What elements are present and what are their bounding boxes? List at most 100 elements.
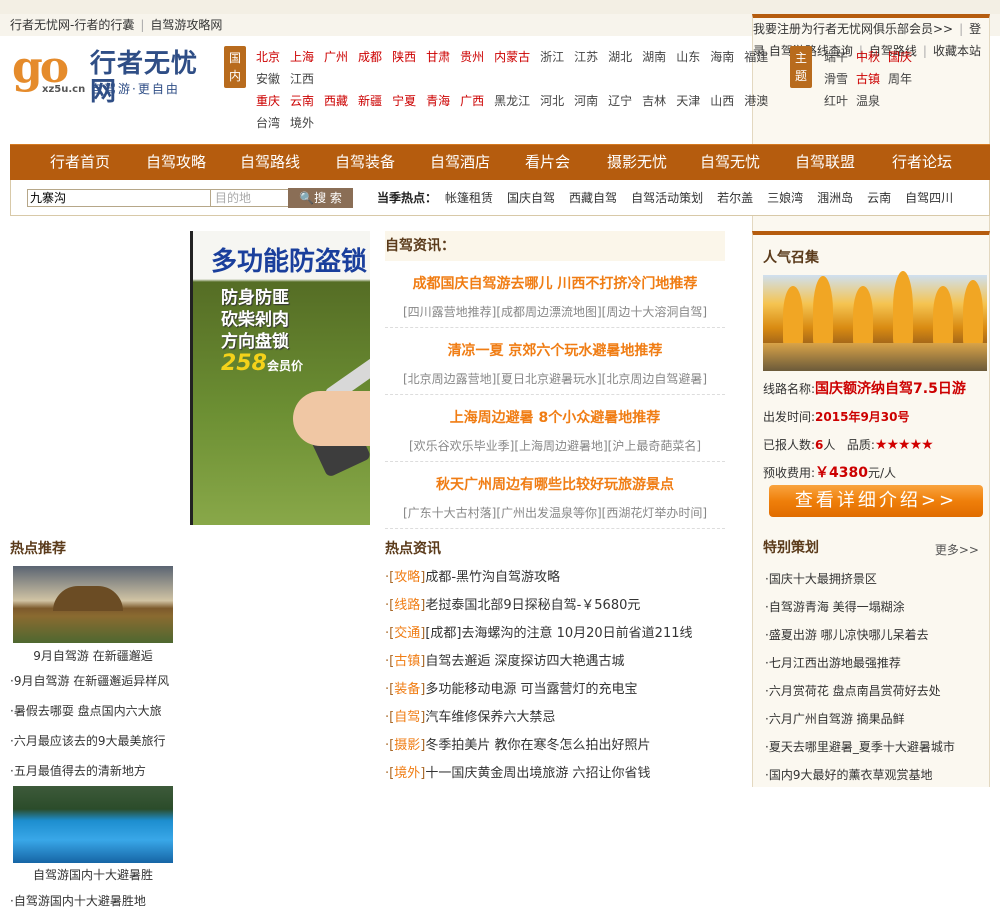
place-link[interactable]: 甘肃 (426, 46, 450, 68)
place-link[interactable]: 江西 (290, 68, 314, 90)
place-link[interactable]: 云南 (290, 90, 314, 112)
hot-news-category[interactable]: 古镇 (394, 654, 420, 669)
theme-link[interactable]: 国庆 (888, 46, 912, 68)
lake-thumb[interactable] (13, 786, 173, 863)
hot-news-text[interactable]: 成都-黑竹沟自驾游攻略 (425, 570, 560, 585)
hot-news-text[interactable]: 汽车维修保养六大禁忌 (425, 710, 555, 725)
news-title[interactable]: 清凉一夏 京郊六个玩水避暑地推荐 (385, 328, 725, 362)
left-list-item[interactable]: ·9月自驾游 在新疆邂逅异样风 (10, 666, 169, 696)
hot-topic-link[interactable]: 涠洲岛 (817, 191, 853, 205)
place-link[interactable]: 天津 (676, 90, 700, 112)
place-link[interactable]: 西藏 (324, 90, 348, 112)
place-link[interactable]: 江苏 (574, 46, 598, 68)
place-link[interactable]: 广州 (324, 46, 348, 68)
hot-topic-link[interactable]: 三娘湾 (767, 191, 803, 205)
left-list-item[interactable]: ·暑假去哪耍 盘点国内六大旅 (10, 696, 169, 726)
hot-topic-link[interactable]: 西藏自驾 (569, 191, 617, 205)
news-title[interactable]: 上海周边避暑 8个小众避暑地推荐 (385, 395, 725, 429)
place-link[interactable]: 湖南 (642, 46, 666, 68)
news-sub-links[interactable]: [北京周边露营地][夏日北京避暑玩水][北京周边自驾避暑] (385, 362, 725, 394)
place-link[interactable]: 新疆 (358, 90, 382, 112)
left-list-item[interactable]: ·五月最值得去的清新地方 (10, 756, 169, 786)
place-link[interactable]: 浙江 (540, 46, 564, 68)
plan-item[interactable]: ·夏天去哪里避暑_夏季十大避暑城市 (765, 733, 955, 761)
nav-item[interactable]: 自驾无忧 (700, 145, 760, 179)
nav-item[interactable]: 自驾酒店 (430, 145, 490, 179)
news-sub-links[interactable]: [广东十大古村落][广州出发温泉等你][西湖花灯举办时间] (385, 496, 725, 528)
theme-link[interactable]: 滑雪 (824, 68, 848, 90)
destination-input[interactable]: 目的地 (211, 189, 289, 207)
hot-topic-link[interactable]: 自驾活动策划 (631, 191, 703, 205)
nav-item[interactable]: 自驾装备 (335, 145, 395, 179)
hot-news-text[interactable]: [成都]去海螺沟的注意 10月20日前省道211线 (425, 626, 692, 641)
nav-item[interactable]: 行者首页 (50, 145, 110, 179)
news-title[interactable]: 秋天广州周边有哪些比较好玩旅游景点 (385, 462, 725, 496)
place-link[interactable]: 内蒙古 (494, 46, 530, 68)
search-input[interactable]: 九寨沟 (27, 189, 211, 207)
hot-news-text[interactable]: 十一国庆黄金周出境旅游 六招让你省钱 (425, 766, 650, 781)
plan-item[interactable]: ·国庆十大最拥挤景区 (765, 565, 877, 593)
ad-banner[interactable]: 多功能防盗锁 防身防匪 砍柴剁肉 方向盘锁 258会员价 (190, 231, 370, 525)
place-link[interactable]: 安徽 (256, 68, 280, 90)
top-link-home[interactable]: 行者无忧网-行者的行囊 (10, 18, 134, 32)
hot-news-text[interactable]: 自驾去邂逅 深度探访四大艳遇古城 (425, 654, 624, 669)
plan-item[interactable]: ·六月赏荷花 盘点南昌赏荷好去处 (765, 677, 941, 705)
hot-news-row[interactable]: ·[线路]老挝泰国北部9日探秘自驾-￥5680元 (385, 592, 730, 620)
hot-news-text[interactable]: 冬季拍美片 教你在寒冬怎么拍出好照片 (425, 738, 650, 753)
hot-topic-link[interactable]: 帐篷租赁 (445, 191, 493, 205)
more-link[interactable]: 更多>> (935, 541, 979, 558)
theme-link[interactable]: 温泉 (856, 90, 880, 112)
hot-news-category[interactable]: 摄影 (394, 738, 420, 753)
nav-item[interactable]: 自驾路线 (240, 145, 300, 179)
place-link[interactable]: 重庆 (256, 90, 280, 112)
plan-item[interactable]: ·自驾游青海 美得一塌糊涂 (765, 593, 905, 621)
news-sub-links[interactable]: [四川露营地推荐][成都周边漂流地图][周边十大溶洞自驾] (385, 295, 725, 327)
place-link[interactable]: 海南 (710, 46, 734, 68)
plan-item[interactable]: ·六月广州自驾游 摘果品鲜 (765, 705, 905, 733)
theme-link[interactable]: 古镇 (856, 68, 880, 90)
nav-item[interactable]: 摄影无忧 (607, 145, 667, 179)
place-link[interactable]: 宁夏 (392, 90, 416, 112)
place-link[interactable]: 境外 (290, 112, 314, 134)
xinjiang-thumb[interactable] (13, 566, 173, 643)
nav-item[interactable]: 自驾攻略 (146, 145, 206, 179)
hot-news-category[interactable]: 交通 (394, 626, 420, 641)
search-button[interactable]: 🔍搜 索 (288, 188, 353, 208)
route-name[interactable]: 国庆额济纳自驾7.5日游 (815, 381, 966, 397)
trip-photo[interactable] (763, 271, 987, 371)
left-list-item[interactable]: ·自驾游国内十大避暑胜地 (10, 886, 146, 916)
hot-news-row[interactable]: ·[交通][成都]去海螺沟的注意 10月20日前省道211线 (385, 620, 730, 648)
hot-news-row[interactable]: ·[自驾]汽车维修保养六大禁忌 (385, 704, 730, 732)
place-link[interactable]: 黑龙江 (494, 90, 530, 112)
register-link[interactable]: 我要注册为行者无忧网俱乐部会员>> (753, 22, 953, 36)
plan-item[interactable]: ·盛夏出游 哪儿凉快哪儿呆着去 (765, 621, 929, 649)
hot-news-category[interactable]: 自驾 (394, 710, 420, 725)
place-link[interactable]: 河北 (540, 90, 564, 112)
hot-news-text[interactable]: 老挝泰国北部9日探秘自驾-￥5680元 (425, 598, 640, 613)
place-link[interactable]: 河南 (574, 90, 598, 112)
hot-topic-link[interactable]: 国庆自驾 (507, 191, 555, 205)
hot-topic-link[interactable]: 云南 (867, 191, 891, 205)
hot-news-category[interactable]: 装备 (394, 682, 420, 697)
theme-link[interactable]: 端午 (824, 46, 848, 68)
nav-item[interactable]: 自驾联盟 (795, 145, 855, 179)
hot-topic-link[interactable]: 若尔盖 (717, 191, 753, 205)
place-link[interactable]: 上海 (290, 46, 314, 68)
place-link[interactable]: 港澳 (744, 90, 768, 112)
place-link[interactable]: 山东 (676, 46, 700, 68)
hot-news-text[interactable]: 多功能移动电源 可当露营灯的充电宝 (425, 682, 637, 697)
theme-link[interactable]: 周年 (888, 68, 912, 90)
hot-news-row[interactable]: ·[装备]多功能移动电源 可当露营灯的充电宝 (385, 676, 730, 704)
news-sub-links[interactable]: [欢乐谷欢乐毕业季][上海周边避暑地][沪上最奇葩菜名] (385, 429, 725, 461)
place-link[interactable]: 湖北 (608, 46, 632, 68)
hot-news-category[interactable]: 攻略 (394, 570, 420, 585)
place-link[interactable]: 贵州 (460, 46, 484, 68)
place-link[interactable]: 北京 (256, 46, 280, 68)
bookmark-link[interactable]: 收藏本站 (933, 44, 981, 58)
hot-news-row[interactable]: ·[古镇]自驾去邂逅 深度探访四大艳遇古城 (385, 648, 730, 676)
thumb-caption[interactable]: 自驾游国内十大避暑胜 (13, 866, 173, 884)
place-link[interactable]: 台湾 (256, 112, 280, 134)
hot-news-row[interactable]: ·[境外]十一国庆黄金周出境旅游 六招让你省钱 (385, 760, 730, 788)
news-title[interactable]: 成都国庆自驾游去哪儿 川西不打挤冷门地推荐 (385, 261, 725, 295)
place-link[interactable]: 广西 (460, 90, 484, 112)
